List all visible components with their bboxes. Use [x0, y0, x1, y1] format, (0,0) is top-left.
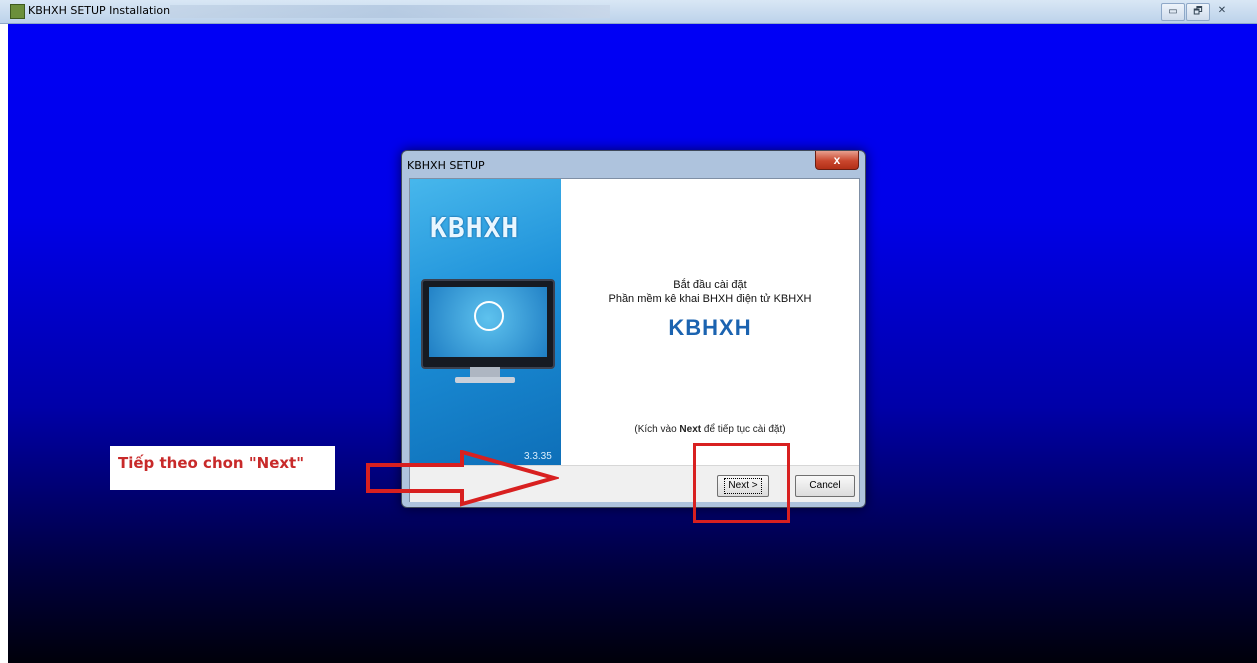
- welcome-line-2: Phần mềm kê khai BHXH điện tử KBHXH: [608, 293, 812, 305]
- main-panel: Bắt đầu cài đặt Phần mềm kê khai BHXH đi…: [561, 179, 859, 465]
- screen: KBHXH SETUP Installation ▭ 🗗 ✕ KBHXH SET…: [0, 0, 1257, 663]
- dialog-title: KBHXH SETUP: [407, 159, 485, 172]
- product-logo: KBHXH: [668, 315, 752, 340]
- annotation-label: Tiếp theo chon "Next": [110, 446, 335, 490]
- app-title: KBHXH SETUP Installation: [28, 4, 171, 17]
- dialog-close-button[interactable]: x: [815, 151, 859, 170]
- hint-suffix: để tiếp tục cài đặt): [701, 424, 786, 435]
- cancel-button[interactable]: Cancel: [795, 475, 855, 497]
- monitor-screen: [429, 287, 547, 357]
- monitor-illustration: [421, 279, 555, 369]
- hint-bold: Next: [679, 424, 702, 435]
- hint-prefix: (Kích vào: [634, 424, 680, 435]
- vss-emblem-icon: [474, 301, 504, 331]
- minimize-button[interactable]: ▭: [1161, 3, 1185, 21]
- annotation-highlight-box: [693, 443, 790, 523]
- annotation-arrow-icon: [366, 450, 559, 507]
- monitor-base: [455, 377, 515, 383]
- side-banner: KBHXH 3.3.35: [410, 179, 561, 465]
- restore-button[interactable]: 🗗: [1186, 3, 1210, 21]
- app-titlebar: KBHXH SETUP Installation ▭ 🗗 ✕: [0, 0, 1257, 24]
- blurred-taskbar-area: [170, 5, 610, 18]
- next-hint: (Kích vào Next để tiếp tục cài đặt): [561, 424, 859, 435]
- annotation-text: Tiếp theo chon "Next": [118, 454, 305, 472]
- welcome-line-1: Bắt đầu cài đặt: [673, 279, 747, 291]
- installer-app-icon: [10, 4, 25, 19]
- side-logo: KBHXH: [430, 211, 520, 244]
- close-window-button[interactable]: ✕: [1211, 3, 1233, 19]
- monitor-stand: [470, 367, 500, 377]
